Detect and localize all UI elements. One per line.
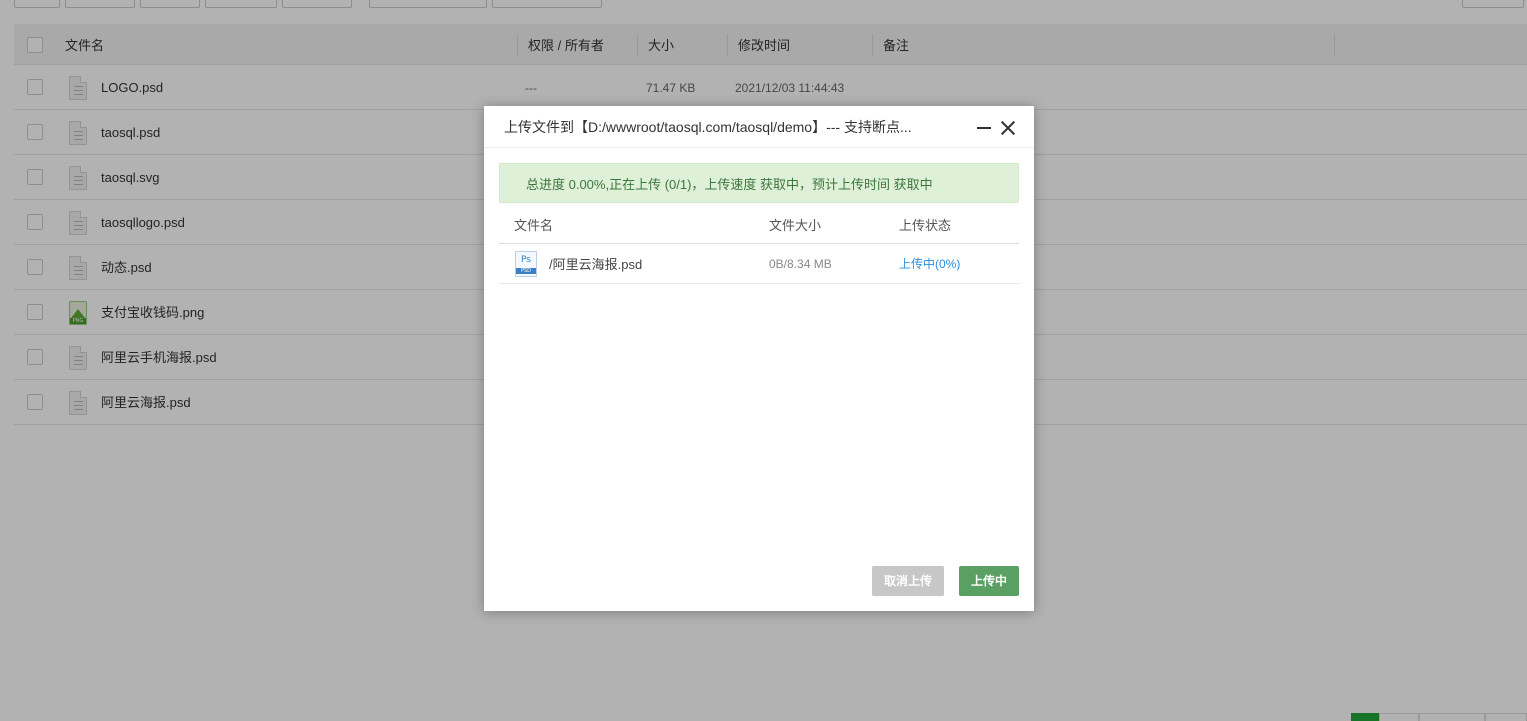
upload-progress-box: 总进度 0.00%,正在上传 (0/1)，上传速度 获取中，预计上传时间 获取中 [499,163,1019,203]
cancel-upload-button[interactable]: 取消上传 [872,566,944,596]
upload-file-status: 上传中(0%) [899,257,961,271]
upload-col-name: 文件名 [514,218,554,233]
minimize-icon[interactable] [977,127,991,129]
upload-col-size: 文件大小 [769,218,822,233]
close-icon[interactable] [1000,120,1016,136]
upload-list-header: 文件名 文件大小 上传状态 [499,207,1019,244]
upload-dialog: 上传文件到【D:/wwwroot/taosql.com/taosql/demo】… [484,106,1034,611]
uploading-button[interactable]: 上传中 [959,566,1019,596]
progress-text: 总进度 0.00%,正在上传 (0/1)，上传速度 获取中，预计上传时间 获取中 [526,177,933,192]
dialog-title: 上传文件到【D:/wwwroot/taosql.com/taosql/demo】… [504,119,912,135]
upload-file-row: Ps PSD /阿里云海报.psd 0B/8.34 MB 上传中(0%) [499,244,1019,284]
psd-file-icon: Ps PSD [515,251,537,277]
upload-file-size: 0B/8.34 MB [769,257,832,271]
upload-file-name: /阿里云海报.psd [549,257,643,272]
upload-col-status: 上传状态 [899,218,952,233]
dialog-header[interactable]: 上传文件到【D:/wwwroot/taosql.com/taosql/demo】… [484,106,1034,148]
